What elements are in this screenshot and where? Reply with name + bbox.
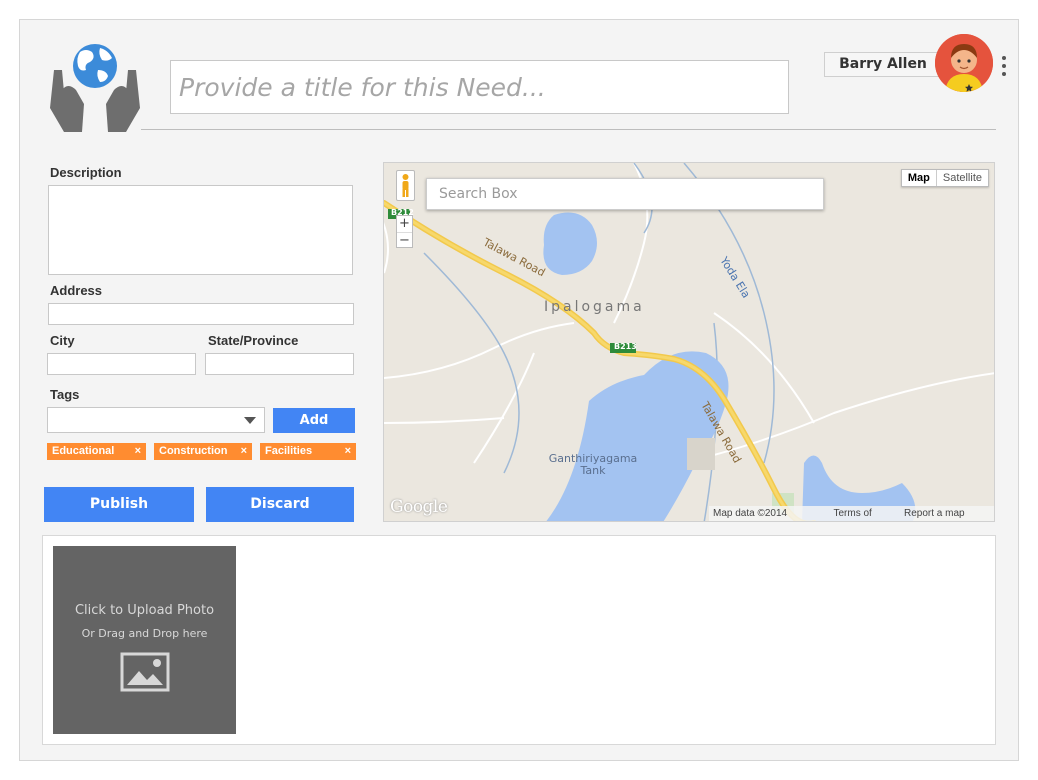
close-icon[interactable]: ×	[135, 443, 141, 460]
user-name-label[interactable]: Barry Allen	[824, 52, 942, 77]
add-tag-button[interactable]: Add	[273, 408, 355, 433]
caret-down-icon	[244, 417, 256, 424]
upload-photo-dropzone[interactable]: Click to Upload Photo Or Drag and Drop h…	[53, 546, 236, 734]
zoom-control[interactable]: + −	[396, 215, 413, 248]
state-label: State/Province	[208, 333, 299, 348]
address-label: Address	[50, 283, 103, 298]
close-icon[interactable]: ×	[241, 443, 247, 460]
upload-title: Click to Upload Photo	[74, 603, 215, 618]
city-field[interactable]	[47, 353, 196, 375]
report-error-link[interactable]: Report a map error	[904, 506, 988, 521]
header-divider	[141, 129, 996, 130]
map-attribution: Map data ©2014 Google Terms of Use Repor…	[709, 506, 994, 521]
city-label: City	[50, 333, 75, 348]
address-field[interactable]	[48, 303, 354, 325]
photo-panel: Click to Upload Photo Or Drag and Drop h…	[42, 535, 996, 745]
globe-in-hands-icon	[50, 40, 140, 132]
tag-label: Construction	[159, 445, 228, 457]
tag-label: Facilities	[265, 445, 313, 457]
village-label: Ipalogama	[544, 299, 645, 315]
pegman-icon[interactable]	[396, 170, 415, 201]
avatar[interactable]	[935, 34, 993, 92]
tag-chip: Educational ×	[47, 443, 146, 460]
map-canvas	[384, 163, 994, 521]
description-label: Description	[50, 165, 122, 180]
tags-select[interactable]	[47, 407, 265, 433]
map-data-credit: Map data ©2014 Google	[713, 508, 788, 519]
terms-link[interactable]: Terms of Use	[833, 506, 892, 521]
kebab-menu-icon[interactable]	[999, 56, 1009, 76]
publish-button[interactable]: Publish	[44, 487, 194, 522]
map-type-satellite[interactable]: Satellite	[937, 170, 988, 186]
need-title-input[interactable]	[170, 60, 789, 114]
close-icon[interactable]: ×	[345, 443, 351, 460]
route-shield-label: B213	[614, 342, 637, 351]
zoom-out-button[interactable]: −	[397, 232, 412, 248]
description-field[interactable]	[48, 185, 353, 275]
map-type-map[interactable]: Map	[902, 170, 937, 186]
app-frame: Barry Allen Description Address City Sta…	[19, 19, 1019, 761]
google-logo: Google	[390, 497, 448, 517]
state-field[interactable]	[205, 353, 354, 375]
tag-label: Educational	[52, 445, 115, 457]
map-type-toggle: Map Satellite	[900, 169, 989, 187]
upload-subtitle: Or Drag and Drop here	[81, 627, 208, 640]
map-view[interactable]: Talawa Road Talawa Road Yoda Ela Ipaloga…	[383, 162, 995, 522]
map-search-input[interactable]	[426, 178, 824, 210]
discard-button[interactable]: Discard	[206, 487, 354, 522]
zoom-in-button[interactable]: +	[397, 216, 412, 232]
lake-label: Ganthiriyagama Tank	[548, 452, 638, 477]
tags-label: Tags	[50, 387, 80, 402]
image-icon	[120, 652, 170, 692]
tag-chip: Facilities ×	[260, 443, 356, 460]
tag-chip: Construction ×	[154, 443, 252, 460]
tag-list: Educational × Construction × Facilities …	[47, 443, 356, 460]
